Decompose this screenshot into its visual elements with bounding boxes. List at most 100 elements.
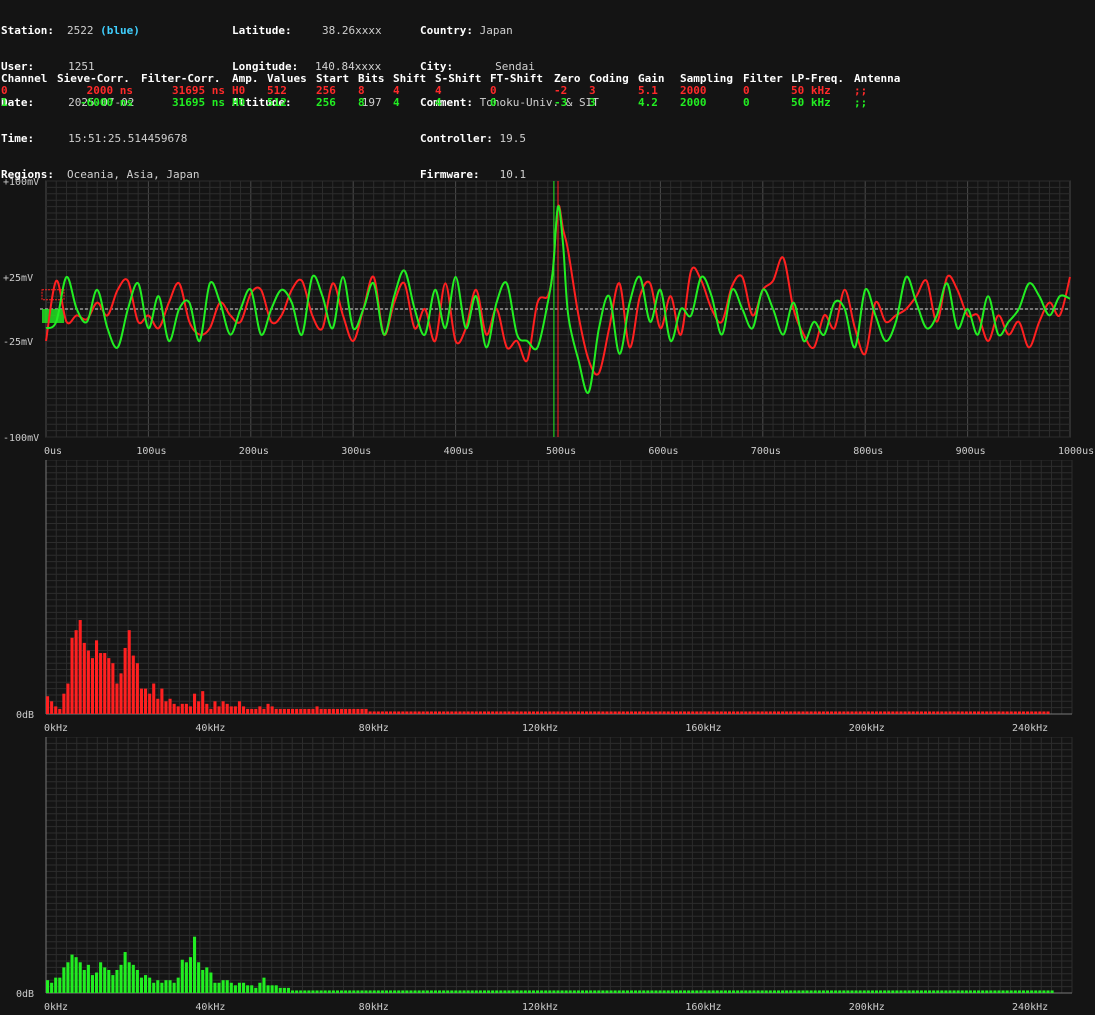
spectrum-bar	[993, 711, 997, 714]
spectrum-bar	[250, 985, 254, 993]
spectrum-bar	[425, 711, 429, 714]
spectrum-bar	[548, 990, 552, 993]
spectrum-bar	[446, 711, 450, 714]
spectrum-bar	[278, 708, 282, 714]
spectrum-bar	[960, 711, 964, 714]
spectrum-bar	[715, 711, 719, 714]
spectrum-bar	[707, 711, 711, 714]
spectrum-bar	[86, 650, 90, 714]
spectrum-bar	[99, 653, 103, 714]
channel-table-header: Channel Sieve-Corr. Filter-Corr. Amp. Values…	[0, 73, 1095, 85]
spectrum-bar	[662, 711, 666, 714]
spectrum-bar	[450, 711, 454, 714]
spectrum-bar	[1021, 990, 1026, 993]
spectrum-bar	[564, 711, 568, 714]
spectrum-bar	[433, 990, 438, 993]
spectrum-bar	[523, 990, 527, 993]
spectrum-bar	[613, 711, 617, 714]
spectrum-bar	[585, 711, 589, 714]
spectrum-bar	[838, 711, 842, 714]
spectrum-bar	[107, 969, 111, 993]
spectrum-bar	[527, 990, 531, 993]
spectrum-bar	[560, 711, 564, 714]
spectrum-bar	[883, 711, 887, 714]
spectrum-bar	[274, 708, 278, 714]
spectrum-bar	[246, 985, 250, 993]
spectrum-bar	[311, 708, 315, 714]
x-tick-label: 200kHz	[849, 723, 885, 734]
spectrum-bar	[519, 711, 523, 714]
spectrum-bar	[585, 990, 589, 993]
spectrum-bar	[311, 990, 315, 993]
spectrum-bar	[193, 936, 197, 993]
spectrum-bar	[1009, 711, 1013, 714]
spectrum-bar	[703, 711, 707, 714]
spectrum-bar	[495, 711, 499, 714]
spectrum-bar	[589, 711, 593, 714]
spectrum-bar	[768, 990, 772, 993]
spectrum-bar	[168, 698, 172, 714]
spectrum-bar	[429, 711, 433, 714]
spectrum-bar	[936, 711, 940, 714]
spectrum-bar	[821, 990, 825, 993]
spectrum-bar	[552, 990, 556, 993]
spectrum-bar	[1005, 990, 1009, 993]
spectrum-bar	[776, 990, 781, 993]
channel-row-0: 0 2000 ns 31695 ns H0 512 256 8 4 4 0 -2 3 5.1 2000 0 5…	[0, 85, 1095, 97]
spectrum-bar	[629, 711, 634, 714]
spectrum-bar	[576, 711, 580, 714]
spectrum-bar	[1030, 990, 1034, 993]
spectrum-bar	[511, 711, 515, 714]
spectrum-bar	[303, 990, 307, 993]
spectrum-bar	[111, 663, 115, 714]
spectrum-bar	[286, 987, 291, 993]
spectrum-bar	[421, 711, 425, 714]
table-cell-9: 0	[490, 96, 497, 109]
spectrum-bar	[229, 982, 233, 993]
spectrum-bar	[225, 980, 229, 993]
spectrum-bar	[315, 990, 319, 993]
spectrum-bar	[666, 711, 670, 714]
spectrum-bar	[850, 990, 854, 993]
spectrum-bar	[46, 980, 50, 993]
spectrum-bar	[846, 990, 850, 993]
spectrum-bar	[421, 990, 425, 993]
spectrum-bar	[184, 703, 188, 714]
spectrum-bar	[891, 711, 895, 714]
spectrum-bar	[1042, 711, 1046, 714]
spectrum-bar	[903, 711, 907, 714]
y-tick-label: -100mV	[3, 433, 39, 444]
spectrum-bar	[683, 711, 687, 714]
x-tick-label: 800us	[853, 446, 883, 457]
spectrum-bar	[646, 711, 650, 714]
spectrum-bar	[764, 711, 768, 714]
spectrum-bar	[499, 990, 503, 993]
spectrum-bar	[580, 990, 585, 993]
spectrum-bar	[850, 711, 854, 714]
spectrum-bar	[115, 683, 119, 714]
spectrum-bar	[870, 711, 874, 714]
spectrum-bar	[560, 990, 564, 993]
spectrum-bar	[213, 982, 217, 993]
spectrum-bar	[323, 990, 327, 993]
spectrum-bar	[503, 711, 507, 714]
spectrum-bar	[650, 990, 654, 993]
spectrum-bar	[919, 990, 923, 993]
spectrum-bar	[817, 990, 821, 993]
spectrum-bar	[781, 711, 785, 714]
spectrum-bar	[960, 990, 964, 993]
spectrum-bar	[723, 711, 727, 714]
spectrum-bar	[62, 967, 66, 993]
spectrum-bar	[160, 688, 164, 714]
spectrum-bar	[148, 693, 152, 714]
spectrum-bar	[678, 711, 683, 714]
spectrum-bar	[95, 972, 99, 993]
spectrum-bar	[119, 964, 123, 993]
table-cell-8: 4	[435, 96, 442, 109]
spectrum-bar	[846, 711, 850, 714]
spectrum-bar	[319, 990, 323, 993]
spectrum-bar	[817, 711, 821, 714]
spectrum-bar	[932, 990, 936, 993]
spectrum-bar	[393, 711, 397, 714]
spectrum-bar	[527, 711, 531, 714]
